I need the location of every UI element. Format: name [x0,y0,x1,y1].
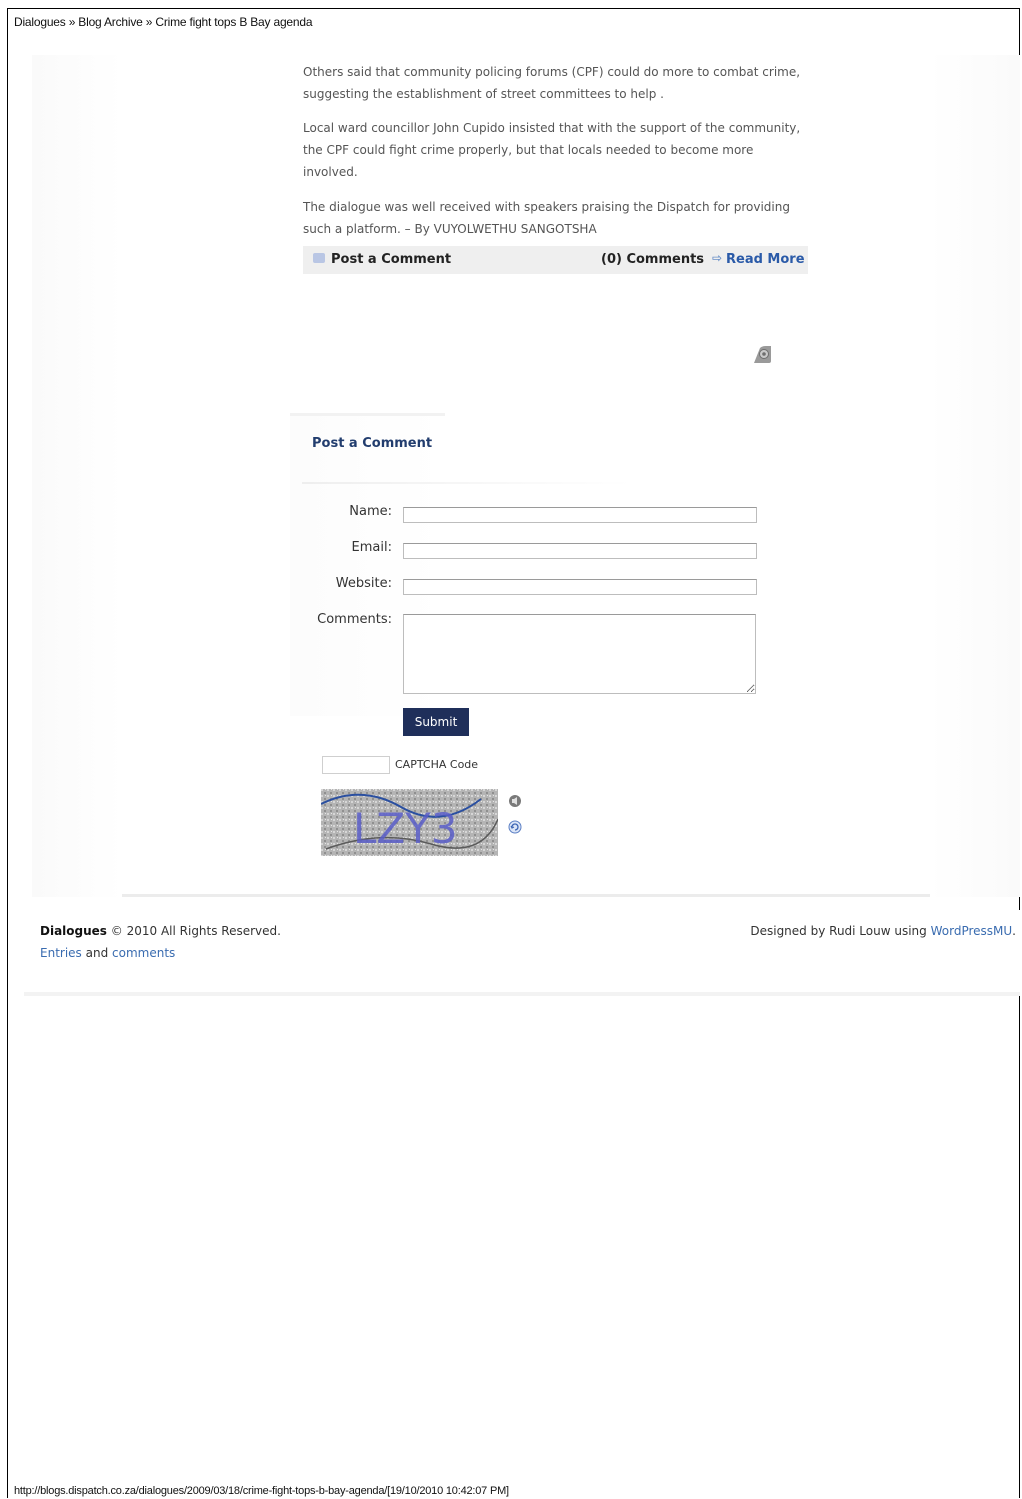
entries-feed-link[interactable]: Entries [40,946,82,960]
content-shade-right [930,55,1020,897]
article-paragraph: Others said that community policing foru… [303,65,801,101]
comments-textarea[interactable] [403,614,756,694]
captcha-refresh-icon[interactable] [508,820,522,834]
footer-and-text: and [85,946,109,960]
footer-credits: Designed by Rudi Louw using WordPressMU. [750,924,1016,938]
comments-count-link[interactable]: (0) Comments [601,252,704,267]
captcha-input[interactable] [322,756,390,774]
designed-by-text: Designed by Rudi Louw using [750,924,927,938]
email-input[interactable] [403,543,757,559]
comments-feed-link[interactable]: comments [112,946,175,960]
wordpressmu-link[interactable]: WordPressMU [931,924,1013,938]
comment-bubble-icon [313,253,325,263]
website-input[interactable] [403,579,757,595]
arrow-right-icon: ⇨ [712,251,723,265]
captcha-image: LZY3 [321,789,498,856]
footer-site-name: Dialogues [40,924,107,938]
footer-copyright: Dialogues © 2010 All Rights Reserved. [40,924,281,938]
footer-feeds: Entries and comments [40,946,175,960]
comment-feed-icon[interactable] [752,344,772,364]
name-input[interactable] [403,507,757,523]
captcha-label: CAPTCHA Code [395,758,479,771]
article-paragraph: Local ward councillor John Cupido insist… [303,121,801,179]
name-label: Name: [349,504,392,519]
footer-period: . [1012,924,1016,938]
captcha-audio-icon[interactable] [508,794,522,808]
divider [302,482,632,484]
comments-label: Comments: [317,612,392,627]
email-label: Email: [351,540,392,555]
post-meta-bar: Post a Comment (0) Comments ⇨ Read More [303,246,808,274]
submit-button[interactable]: Submit [403,708,469,736]
comment-form-title: Post a Comment [312,436,433,451]
website-label: Website: [335,576,392,591]
print-header: Dialogues » Blog Archive » Crime fight t… [14,15,313,29]
read-more-link[interactable]: Read More [726,252,805,267]
post-comment-link[interactable]: Post a Comment [331,252,451,267]
print-footer-url: http://blogs.dispatch.co.za/dialogues/20… [14,1485,509,1497]
article-paragraph: The dialogue was well received with spea… [303,200,790,236]
footer-copyright-text: © 2010 All Rights Reserved. [110,924,281,938]
content-shade-left [32,55,122,897]
captcha-text: LZY3 [353,804,458,853]
